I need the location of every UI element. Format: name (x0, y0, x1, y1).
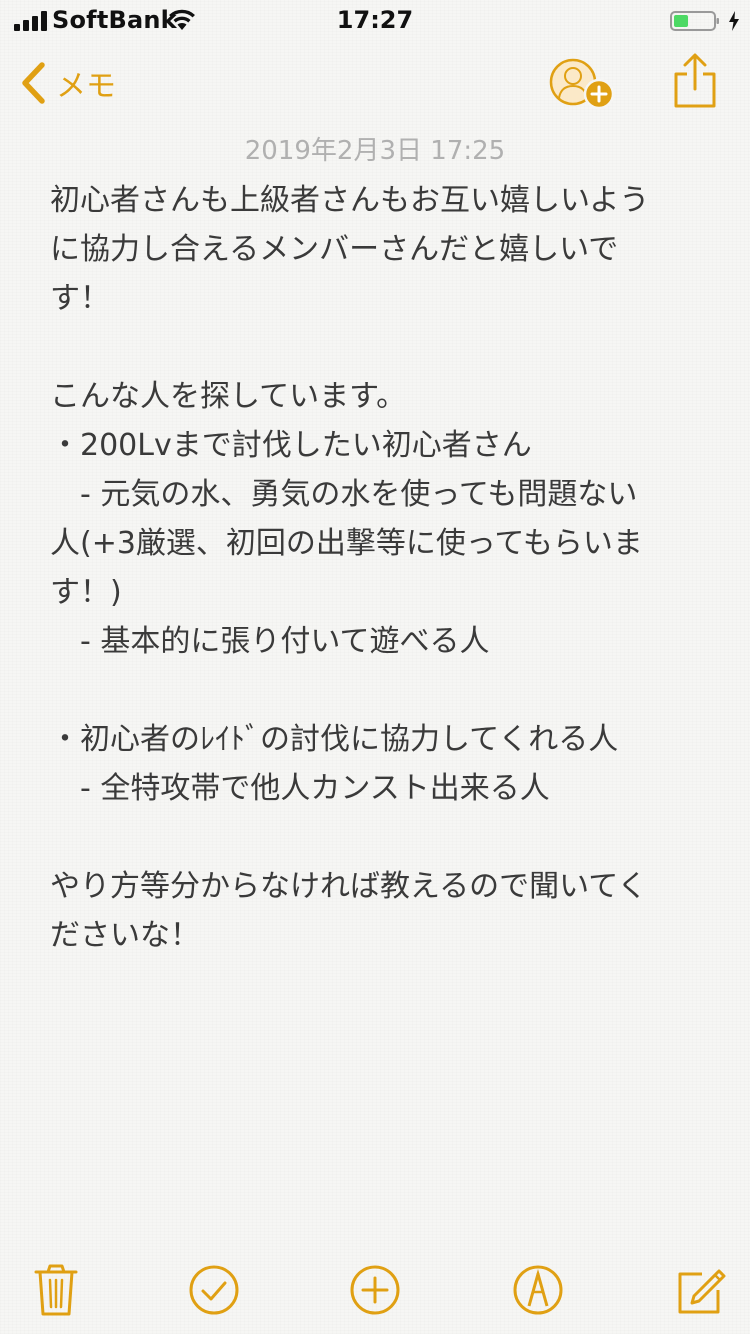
status-time: 17:27 (336, 6, 414, 34)
delete-button[interactable] (28, 1262, 84, 1318)
note-blank-line (50, 813, 710, 862)
checklist-icon (189, 1265, 239, 1315)
add-button[interactable] (347, 1262, 403, 1318)
back-label: メモ (56, 69, 116, 104)
share-icon[interactable] (672, 52, 718, 110)
note-line: 人(+3厳選、初回の出撃等に使ってもらいま (50, 526, 643, 561)
note-line: す！) (50, 575, 122, 610)
note-line: - 元気の水、勇気の水を使っても問題ない (80, 477, 638, 512)
back-button[interactable]: メモ (18, 58, 116, 108)
compose-icon (678, 1269, 726, 1314)
chevron-left-icon (22, 62, 45, 104)
note-date: 2019年2月3日 17:25 (244, 136, 506, 166)
note-line: ・200Lvまで討伐したい初心者さん (50, 428, 532, 463)
note-line: に協力し合えるメンバーさんだと嬉しいで (50, 232, 619, 267)
note-line: - 基本的に張り付いて遊べる人 (80, 624, 490, 659)
checklist-button[interactable] (186, 1262, 242, 1318)
trash-icon (34, 1264, 78, 1316)
note-blank-line (50, 666, 710, 715)
note-blank-line (50, 323, 710, 372)
markup-icon (513, 1265, 563, 1315)
note-line: ・初心者のﾚｲﾄﾞの討伐に協力してくれる人 (50, 722, 619, 757)
add-person-icon[interactable] (547, 58, 615, 110)
note-line: やり方等分からなければ教えるので聞いてく (50, 869, 648, 904)
markup-button[interactable] (510, 1262, 566, 1318)
battery-icon (670, 11, 719, 31)
status-bar: SoftBank 17:27 (0, 0, 750, 40)
note-line: - 全特攻帯で他人カンスト出来る人 (80, 771, 550, 806)
note-line: ださいな！ (50, 918, 200, 953)
note-body[interactable]: 初心者さんも上級者さんもお互い嬉しいよう に協力し合えるメンバーさんだと嬉しいで… (50, 176, 710, 960)
note-line: 初心者さんも上級者さんもお互い嬉しいよう (50, 183, 650, 218)
note-line: こんな人を探しています。 (50, 379, 407, 414)
charging-bolt-icon (729, 11, 739, 31)
compose-button[interactable] (672, 1262, 728, 1318)
note-line: す！ (50, 281, 110, 316)
add-icon (350, 1265, 400, 1315)
